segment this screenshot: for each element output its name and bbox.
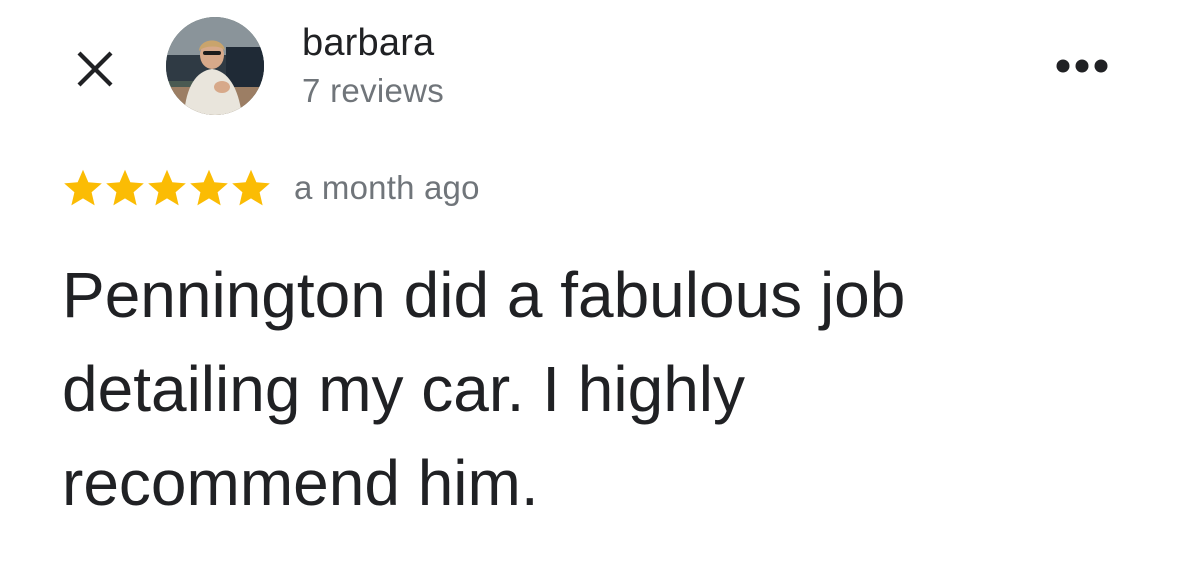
star-icon <box>148 169 186 206</box>
star-icon <box>106 169 144 206</box>
review-count[interactable]: 7 reviews <box>302 70 444 112</box>
review-text: Pennington did a fabulous job detailing … <box>62 259 906 519</box>
avatar[interactable] <box>166 17 264 115</box>
close-button[interactable] <box>70 44 120 94</box>
review-date: a month ago <box>294 169 480 206</box>
star-rating <box>62 166 272 210</box>
more-horizontal-icon <box>1056 59 1108 73</box>
close-icon <box>77 51 113 87</box>
star-icon <box>190 169 228 206</box>
more-options-button[interactable] <box>1050 46 1114 86</box>
star-icon <box>64 169 102 206</box>
avatar-photo <box>166 17 264 115</box>
author-name[interactable]: barbara <box>302 20 434 66</box>
star-icon <box>232 169 270 206</box>
